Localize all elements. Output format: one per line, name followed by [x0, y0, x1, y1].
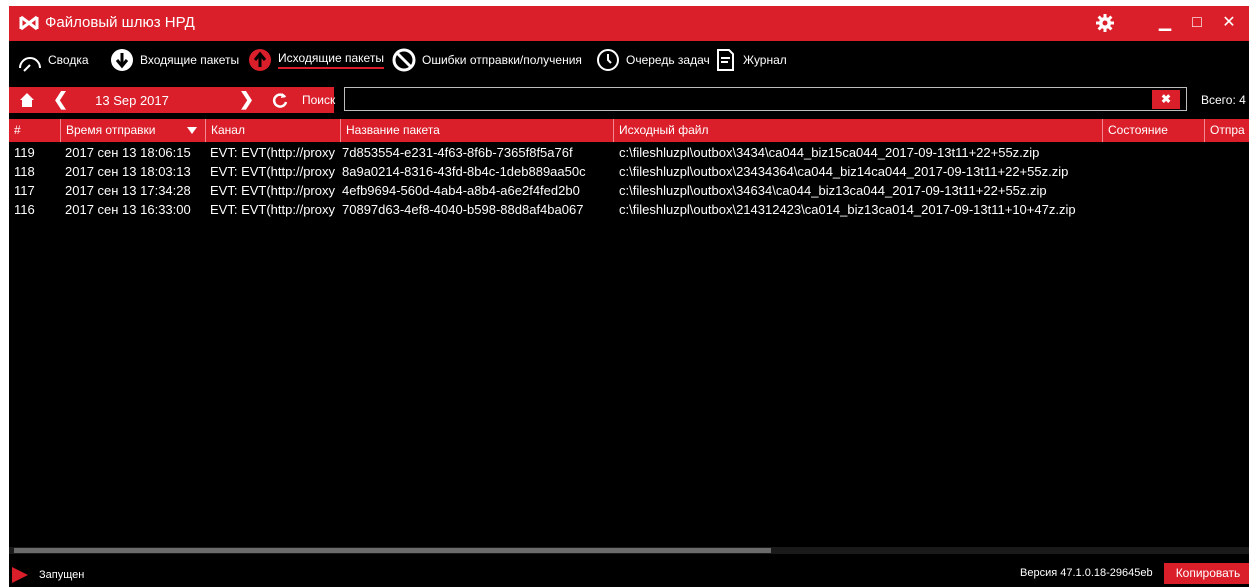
cell-channel: EVT: EVT(http://proxy — [210, 145, 335, 160]
tab-label: Исходящие пакеты — [278, 51, 384, 69]
tab-label: Ошибки отправки/получения — [422, 53, 582, 67]
cell-package-name: 7d853554-e231-4f63-8f6b-7365f8f5a76f — [342, 145, 573, 160]
maximize-button[interactable]: □ — [1185, 11, 1209, 35]
column-header-state[interactable]: Состояние — [1102, 119, 1204, 142]
nrd-logo-icon — [19, 15, 39, 31]
column-header-source-file[interactable]: Исходный файл — [613, 119, 1102, 142]
next-date-button[interactable]: ❯ — [239, 89, 254, 110]
arrow-down-circle-icon — [111, 49, 133, 71]
cell-channel: EVT: EVT(http://proxy — [210, 183, 335, 198]
tab-errors[interactable]: Ошибки отправки/получения — [391, 45, 582, 75]
tab-label: Журнал — [743, 53, 787, 67]
column-header-package-name[interactable]: Название пакета — [340, 119, 613, 142]
home-icon[interactable] — [19, 92, 35, 108]
cell-channel: EVT: EVT(http://proxy — [210, 202, 335, 217]
tab-label: Очередь задач — [626, 53, 710, 67]
previous-date-button[interactable]: ❮ — [53, 89, 68, 110]
gauge-icon — [19, 57, 41, 72]
cell-sent-time: 2017 сен 13 18:06:15 — [65, 145, 191, 160]
current-date[interactable]: 13 Sep 2017 — [87, 93, 177, 108]
prohibited-icon — [392, 48, 416, 72]
cell-source-file: c:\fileshluzpl\outbox\3434\ca044_biz15ca… — [619, 145, 1040, 160]
close-button[interactable]: ✕ — [1217, 11, 1241, 35]
sort-desc-icon — [187, 127, 197, 134]
tab-task-queue[interactable]: Очередь задач — [595, 45, 710, 75]
tab-label: Входящие пакеты — [140, 53, 240, 67]
tab-label: Сводка — [48, 53, 89, 67]
table-row[interactable]: 116 2017 сен 13 16:33:00 EVT: EVT(http:/… — [9, 201, 1249, 220]
cell-package-name: 8a9a0214-8316-43fd-8b4c-1deb889aa50c — [342, 164, 586, 179]
status-bar: Запущен Версия 47.1.0.18-29645eb Копиров… — [9, 561, 1249, 587]
table-header: # Время отправки Канал Название пакета И… — [9, 119, 1249, 142]
column-header-sent[interactable]: Отпра — [1204, 119, 1249, 142]
cell-number: 117 — [14, 183, 35, 198]
column-header-sent-time[interactable]: Время отправки — [60, 119, 205, 142]
cell-source-file: c:\fileshluzpl\outbox\34634\ca044_biz13c… — [619, 183, 1047, 198]
cell-channel: EVT: EVT(http://proxy — [210, 164, 335, 179]
app-window: Файловый шлюз НРД ▁ □ ✕ Сводка Входящие … — [9, 6, 1249, 587]
navigation-tabs: Сводка Входящие пакеты Исходящие пакеты … — [9, 41, 1249, 79]
cell-package-name: 70897d63-4ef8-4040-b598-88d8af4ba067 — [342, 202, 584, 217]
scrollbar-thumb[interactable] — [14, 548, 771, 553]
cell-package-name: 4efb9694-560d-4ab4-a8b4-a6e2f4fed2b0 — [342, 183, 580, 198]
horizontal-scrollbar[interactable] — [9, 547, 1249, 554]
table-row[interactable]: 117 2017 сен 13 17:34:28 EVT: EVT(http:/… — [9, 182, 1249, 201]
packages-table: # Время отправки Канал Название пакета И… — [9, 119, 1249, 547]
cell-number: 118 — [14, 164, 35, 179]
cell-sent-time: 2017 сен 13 16:33:00 — [65, 202, 191, 217]
tab-outgoing[interactable]: Исходящие пакеты — [247, 45, 384, 75]
gear-icon[interactable] — [1095, 13, 1115, 33]
search-input[interactable] — [344, 87, 1187, 111]
table-row[interactable]: 118 2017 сен 13 18:03:13 EVT: EVT(http:/… — [9, 163, 1249, 182]
cell-number: 119 — [14, 145, 35, 160]
cell-sent-time: 2017 сен 13 18:03:13 — [65, 164, 191, 179]
total-count: Всего: 4 — [1201, 93, 1246, 107]
search-label: Поиск — [302, 93, 336, 107]
service-status: Запущен — [39, 569, 85, 581]
column-label: Время отправки — [66, 123, 156, 137]
tab-summary[interactable]: Сводка — [17, 45, 89, 75]
table-row[interactable]: 119 2017 сен 13 18:06:15 EVT: EVT(http:/… — [9, 144, 1249, 163]
copy-button[interactable]: Копировать — [1164, 563, 1249, 584]
tab-incoming[interactable]: Входящие пакеты — [109, 45, 239, 75]
column-header-number[interactable]: # — [9, 119, 60, 142]
app-title: Файловый шлюз НРД — [45, 14, 195, 31]
play-icon[interactable] — [12, 567, 28, 583]
toolbar: ❮ 13 Sep 2017 ❯ Поиск ✖ Всего: 4 — [9, 86, 1249, 114]
cell-sent-time: 2017 сен 13 17:34:28 — [65, 183, 191, 198]
title-bar: Файловый шлюз НРД ▁ □ ✕ — [9, 6, 1249, 41]
document-icon — [717, 49, 734, 71]
cell-number: 116 — [14, 202, 35, 217]
tab-journal[interactable]: Журнал — [712, 45, 787, 75]
refresh-icon[interactable] — [271, 91, 289, 109]
column-header-channel[interactable]: Канал — [205, 119, 340, 142]
cell-source-file: c:\fileshluzpl\outbox\214312423\ca014_bi… — [619, 202, 1076, 217]
date-navigation: ❮ 13 Sep 2017 ❯ Поиск — [9, 87, 336, 113]
version-label: Версия 47.1.0.18-29645eb — [1020, 567, 1153, 579]
table-body: 119 2017 сен 13 18:06:15 EVT: EVT(http:/… — [9, 144, 1249, 220]
minimize-button[interactable]: ▁ — [1153, 11, 1177, 35]
cell-source-file: c:\fileshluzpl\outbox\23434364\ca044_biz… — [619, 164, 1069, 179]
clear-search-button[interactable]: ✖ — [1152, 90, 1180, 109]
clock-icon — [597, 49, 619, 71]
arrow-up-circle-icon — [249, 49, 271, 71]
